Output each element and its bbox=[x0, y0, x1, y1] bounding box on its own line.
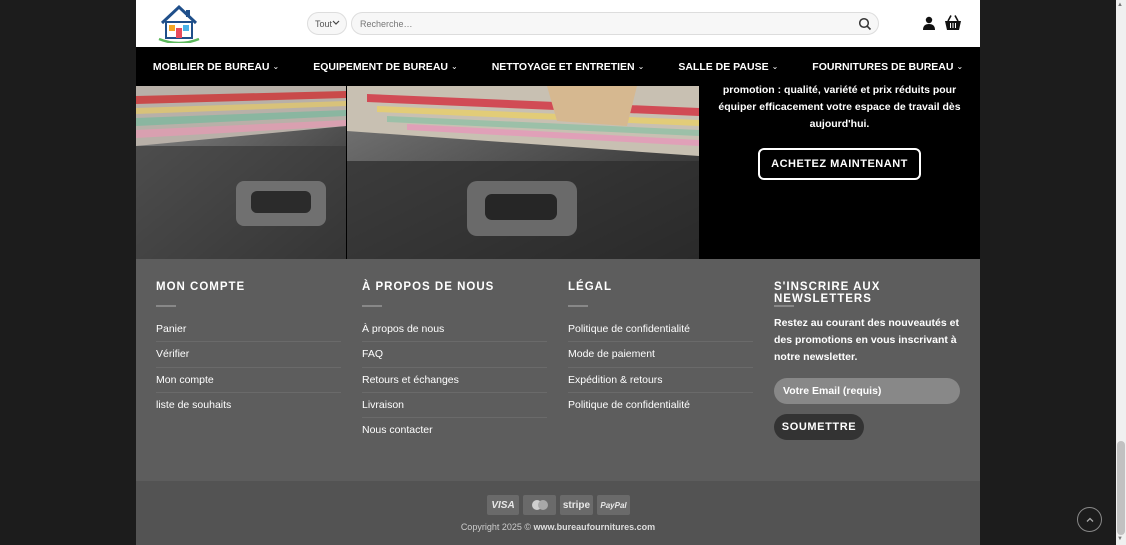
chevron-down-icon bbox=[332, 18, 340, 28]
scrollbar-thumb[interactable] bbox=[1117, 441, 1125, 535]
footer-link[interactable]: FAQ bbox=[362, 342, 547, 368]
footer-link[interactable]: Panier bbox=[156, 317, 341, 343]
nav-label: SALLE DE PAUSE bbox=[678, 60, 769, 73]
copyright-prefix: Copyright 2025 © bbox=[460, 522, 531, 532]
chevron-down-icon: ⌄ bbox=[272, 62, 280, 71]
footer-link[interactable]: Mode de paiement bbox=[568, 342, 753, 368]
footer-col-title: LÉGAL bbox=[568, 281, 612, 293]
email-field[interactable]: Votre Email (requis) bbox=[774, 378, 960, 404]
footer-link[interactable]: Nous contacter bbox=[362, 418, 547, 443]
page-scrollbar[interactable]: ▲ ▼ bbox=[1116, 0, 1126, 545]
nav-item-salle-de-pause[interactable]: SALLE DE PAUSE ⌄ bbox=[661, 61, 795, 73]
promo-text: promotion : qualité, variété et prix réd… bbox=[699, 82, 980, 133]
nav-item-mobilier[interactable]: MOBILIER DE BUREAU ⌄ bbox=[136, 61, 296, 73]
footer-bottom-bar: VISA stripe PayPal Copyright 2025 © www.… bbox=[136, 481, 980, 545]
nav-label: FOURNITURES DE BUREAU bbox=[812, 60, 954, 73]
scroll-up-arrow-icon[interactable]: ▲ bbox=[1117, 2, 1123, 8]
category-select-label: Tout bbox=[315, 18, 333, 29]
shop-now-button[interactable]: ACHETEZ MAINTENANT bbox=[758, 148, 921, 180]
chevron-down-icon: ⌄ bbox=[956, 62, 964, 71]
header: Tout Recherche… bbox=[136, 0, 980, 47]
newsletter-description: Restez au courant des nouveautés et des … bbox=[774, 317, 959, 363]
footer-link[interactable]: liste de souhaits bbox=[156, 393, 341, 418]
visa-icon: VISA bbox=[487, 495, 519, 515]
promo-line: aujourd'hui. bbox=[809, 118, 870, 130]
promo-line: équiper efficacement votre espace de tra… bbox=[718, 101, 961, 113]
title-divider bbox=[568, 305, 588, 307]
title-divider bbox=[362, 305, 382, 307]
chevron-down-icon: ⌄ bbox=[771, 62, 779, 71]
nav-item-nettoyage[interactable]: NETTOYAGE ET ENTRETIEN ⌄ bbox=[475, 61, 662, 73]
chevron-down-icon: ⌄ bbox=[637, 62, 645, 71]
scroll-to-top-button[interactable] bbox=[1077, 507, 1102, 532]
footer-col-newsletter: S'INSCRIRE AUX NEWSLETTERS Restez au cou… bbox=[774, 259, 980, 440]
scroll-down-arrow-icon[interactable]: ▼ bbox=[1117, 536, 1123, 542]
nav-label: MOBILIER DE BUREAU bbox=[152, 60, 270, 73]
footer-col-about: À PROPOS DE NOUS À propos de nous FAQ Re… bbox=[362, 259, 547, 443]
main-nav: MOBILIER DE BUREAU ⌄ EQUIPEMENT DE BUREAU… bbox=[136, 47, 980, 86]
promo-line: promotion : qualité, variété et prix réd… bbox=[722, 84, 957, 96]
user-account-icon[interactable] bbox=[922, 16, 936, 30]
title-divider bbox=[774, 305, 794, 307]
footer-col-title: À PROPOS DE NOUS bbox=[362, 281, 495, 293]
footer-col-legal: LÉGAL Politique de confidentialité Mode … bbox=[568, 259, 753, 418]
copyright-text: Copyright 2025 © www.bureaufournitures.c… bbox=[136, 522, 980, 532]
cart-basket-icon[interactable] bbox=[944, 14, 962, 32]
paypal-icon: PayPal bbox=[597, 495, 630, 515]
footer-col-title: MON COMPTE bbox=[156, 281, 246, 293]
page: Tout Recherche… MOBILIER DE BUREAU ⌄ EQUI… bbox=[136, 0, 980, 545]
search-bar: Tout Recherche… bbox=[307, 12, 879, 35]
stripe-icon: stripe bbox=[560, 495, 593, 515]
footer-link[interactable]: Retours et échanges bbox=[362, 368, 547, 393]
payment-icons: VISA stripe PayPal bbox=[487, 495, 630, 515]
hero-image-file-drawers-right bbox=[347, 86, 699, 259]
category-select[interactable]: Tout bbox=[307, 12, 347, 35]
chevron-down-icon: ⌄ bbox=[450, 62, 458, 71]
copyright-site-link[interactable]: www.bureaufournitures.com bbox=[534, 522, 656, 532]
title-divider bbox=[156, 305, 176, 307]
search-icon[interactable] bbox=[858, 17, 872, 31]
search-input[interactable]: Recherche… bbox=[351, 12, 879, 35]
nav-item-fournitures[interactable]: FOURNITURES DE BUREAU ⌄ bbox=[795, 61, 980, 73]
nav-label: NETTOYAGE ET ENTRETIEN bbox=[491, 60, 635, 73]
hero-image-file-drawers-left bbox=[136, 86, 346, 259]
footer-link[interactable]: Politique de confidentialité bbox=[568, 317, 753, 343]
submit-button[interactable]: SOUMETTRE bbox=[774, 414, 864, 440]
footer-link[interactable]: Mon compte bbox=[156, 368, 341, 393]
footer-link[interactable]: À propos de nous bbox=[362, 317, 547, 343]
nav-item-equipement[interactable]: EQUIPEMENT DE BUREAU ⌄ bbox=[296, 61, 474, 73]
footer-link[interactable]: Expédition & retours bbox=[568, 368, 753, 393]
nav-label: EQUIPEMENT DE BUREAU bbox=[313, 60, 448, 73]
footer-col-account: MON COMPTE Panier Vérifier Mon compte li… bbox=[156, 259, 341, 418]
search-placeholder: Recherche… bbox=[360, 18, 413, 29]
footer-link[interactable]: Livraison bbox=[362, 393, 547, 419]
hero-banner: promotion : qualité, variété et prix réd… bbox=[136, 84, 980, 259]
site-logo[interactable] bbox=[156, 3, 202, 45]
footer-link[interactable]: Politique de confidentialité bbox=[568, 393, 753, 418]
mastercard-icon bbox=[523, 495, 556, 515]
footer-col-title: S'INSCRIRE AUX NEWSLETTERS bbox=[774, 281, 881, 305]
footer-link[interactable]: Vérifier bbox=[156, 342, 341, 368]
